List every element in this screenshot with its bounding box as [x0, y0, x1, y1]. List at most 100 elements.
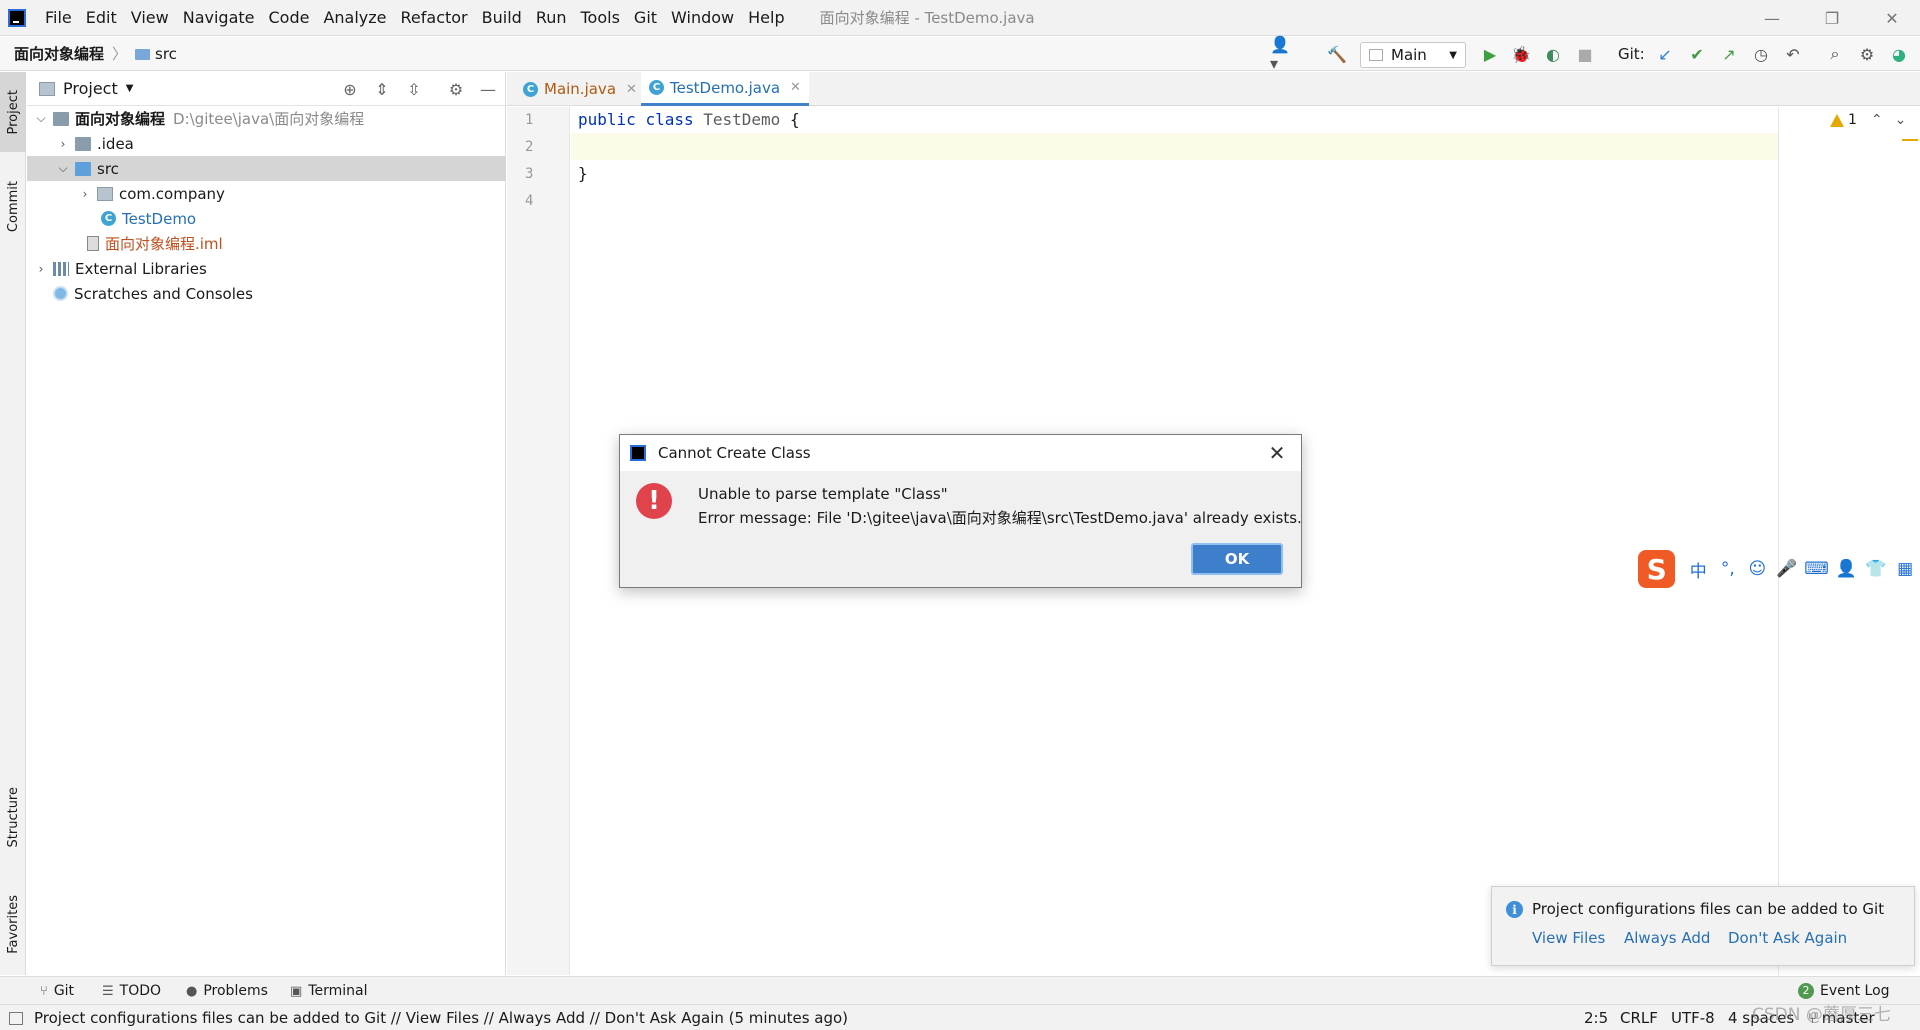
tree-item-external-libraries[interactable]: › External Libraries	[27, 256, 506, 281]
expand-all-icon[interactable]: ⇕	[369, 76, 395, 102]
breadcrumb-project[interactable]: 面向对象编程	[14, 43, 104, 64]
menu-analyze[interactable]: Analyze	[316, 0, 393, 36]
project-panel-title[interactable]: Project	[63, 79, 118, 98]
skin-shirt-icon[interactable]: 👕	[1861, 554, 1891, 584]
user-icon[interactable]: 👤	[1831, 554, 1861, 584]
collapse-all-icon[interactable]: ⇳	[401, 76, 427, 102]
tab-main-java[interactable]: C Main.java ✕	[515, 72, 645, 106]
tool-window-terminal[interactable]: ▣ Terminal	[290, 981, 367, 1001]
git-push-icon[interactable]: ↗	[1716, 42, 1742, 66]
tool-window-problems[interactable]: ● Problems	[186, 981, 268, 1001]
intellij-logo-icon[interactable]	[8, 8, 26, 27]
maximize-button[interactable]: ❐	[1804, 0, 1860, 36]
menu-file[interactable]: File	[38, 0, 79, 36]
menu-help[interactable]: Help	[741, 0, 791, 36]
ime-language-toggle[interactable]: 中	[1683, 554, 1713, 584]
tab-testdemo-java[interactable]: C TestDemo.java ✕	[641, 72, 809, 106]
debug-icon[interactable]: 🐞	[1508, 42, 1534, 66]
close-window-button[interactable]: ✕	[1864, 0, 1920, 36]
run-configuration-select[interactable]: Main ▼	[1360, 42, 1466, 68]
tool-tab-structure[interactable]: Structure	[0, 772, 26, 862]
minimize-button[interactable]: —	[1744, 0, 1800, 36]
event-log-button[interactable]: 2 Event Log	[1798, 981, 1890, 1001]
locate-target-icon[interactable]: ⊕	[337, 76, 363, 102]
rollback-icon[interactable]: ↶	[1780, 42, 1806, 66]
tree-item-src[interactable]: ⌵ src	[27, 156, 506, 181]
tree-item-idea[interactable]: › .idea	[27, 131, 506, 156]
tool-tab-commit[interactable]: Commit	[0, 162, 26, 252]
menu-build[interactable]: Build	[475, 0, 529, 36]
dialog-close-button[interactable]: ✕	[1263, 439, 1291, 467]
tool-window-todo[interactable]: ☰ TODO	[102, 981, 161, 1001]
toggle-tool-windows-icon[interactable]	[9, 1012, 23, 1025]
menu-view[interactable]: View	[124, 0, 176, 36]
build-hammer-icon[interactable]: 🔨	[1324, 42, 1350, 66]
plugin-icon[interactable]: ◕	[1886, 42, 1912, 66]
ime-punctuation-toggle[interactable]: °,	[1713, 554, 1743, 584]
chevron-down-icon[interactable]: ▼	[126, 83, 134, 94]
status-message[interactable]: Project configurations files can be adde…	[34, 1009, 848, 1027]
previous-highlight-icon[interactable]: ⌃	[1871, 112, 1883, 128]
tree-item-testdemo[interactable]: C TestDemo	[27, 206, 506, 231]
git-commit-icon[interactable]: ✔	[1684, 42, 1710, 66]
menu-edit[interactable]: Edit	[79, 0, 124, 36]
line-number-gutter: 1 2 3 4	[507, 107, 570, 975]
warning-scroll-marker[interactable]	[1902, 139, 1918, 141]
chevron-right-icon[interactable]: ›	[55, 137, 71, 151]
tree-item-iml[interactable]: 面向对象编程.iml	[27, 231, 506, 256]
next-highlight-icon[interactable]: ⌄	[1895, 112, 1907, 128]
view-files-link[interactable]: View Files	[1532, 929, 1605, 947]
ok-button[interactable]: OK	[1191, 543, 1283, 575]
code-line-1[interactable]: public class TestDemo {	[578, 110, 800, 129]
menu-tools[interactable]: Tools	[574, 0, 627, 36]
line-number: 3	[525, 166, 534, 182]
menu-refactor[interactable]: Refactor	[394, 0, 475, 36]
code-line-3[interactable]: }	[578, 164, 588, 183]
breadcrumb-src[interactable]: src	[155, 45, 177, 63]
chevron-right-icon[interactable]: ›	[33, 262, 49, 276]
project-view-icon	[39, 81, 55, 96]
chevron-down-icon[interactable]: ⌵	[55, 161, 71, 176]
coverage-icon[interactable]: ◐	[1540, 42, 1566, 66]
git-update-icon[interactable]: ↙	[1652, 42, 1678, 66]
hide-panel-icon[interactable]: —	[475, 76, 501, 102]
toolbox-grid-icon[interactable]: ▦	[1890, 554, 1920, 584]
line-separator[interactable]: CRLF	[1620, 1009, 1658, 1027]
emoji-icon[interactable]: ☺	[1743, 554, 1773, 584]
event-log-label: Event Log	[1820, 983, 1890, 999]
run-icon[interactable]: ▶	[1477, 42, 1503, 66]
microphone-icon[interactable]: 🎤	[1772, 554, 1802, 584]
menu-run[interactable]: Run	[529, 0, 574, 36]
sogou-logo-icon[interactable]: S	[1638, 550, 1676, 588]
tool-tab-project[interactable]: Project	[0, 72, 26, 152]
file-encoding[interactable]: UTF-8	[1671, 1009, 1715, 1027]
menu-code[interactable]: Code	[262, 0, 317, 36]
iml-file-icon	[87, 236, 99, 251]
chevron-down-icon[interactable]: ⌵	[33, 111, 49, 126]
inspection-widget[interactable]: 1 ⌃ ⌄	[1830, 112, 1906, 128]
settings-gear-icon[interactable]: ⚙	[443, 76, 469, 102]
menu-git[interactable]: Git	[627, 0, 664, 36]
search-icon[interactable]: ⌕	[1822, 42, 1848, 66]
tool-tab-favorites[interactable]: Favorites	[0, 877, 26, 972]
menu-window[interactable]: Window	[664, 0, 741, 36]
user-icon[interactable]: 👤▾	[1270, 35, 1296, 73]
tree-root[interactable]: ⌵ 面向对象编程 D:\gitee\java\面向对象编程	[27, 106, 506, 131]
tool-window-git[interactable]: ⑂ Git	[40, 981, 74, 1001]
run-config-label: Main	[1391, 46, 1427, 64]
keyboard-icon[interactable]: ⌨	[1802, 554, 1832, 584]
settings-gear-icon[interactable]: ⚙	[1854, 42, 1880, 66]
menu-navigate[interactable]: Navigate	[176, 0, 262, 36]
line-number: 4	[525, 193, 534, 209]
dont-ask-again-link[interactable]: Don't Ask Again	[1728, 929, 1847, 947]
always-add-link[interactable]: Always Add	[1624, 929, 1710, 947]
tree-item-package[interactable]: › com.company	[27, 181, 506, 206]
chevron-right-icon[interactable]: ›	[77, 187, 93, 201]
close-icon[interactable]: ✕	[790, 80, 801, 95]
caret-position[interactable]: 2:5	[1584, 1009, 1608, 1027]
module-folder-icon	[53, 111, 69, 126]
history-icon[interactable]: ◷	[1748, 42, 1774, 66]
tree-item-scratches[interactable]: Scratches and Consoles	[27, 281, 506, 306]
close-icon[interactable]: ✕	[626, 82, 637, 97]
stop-icon[interactable]: ■	[1572, 42, 1598, 66]
